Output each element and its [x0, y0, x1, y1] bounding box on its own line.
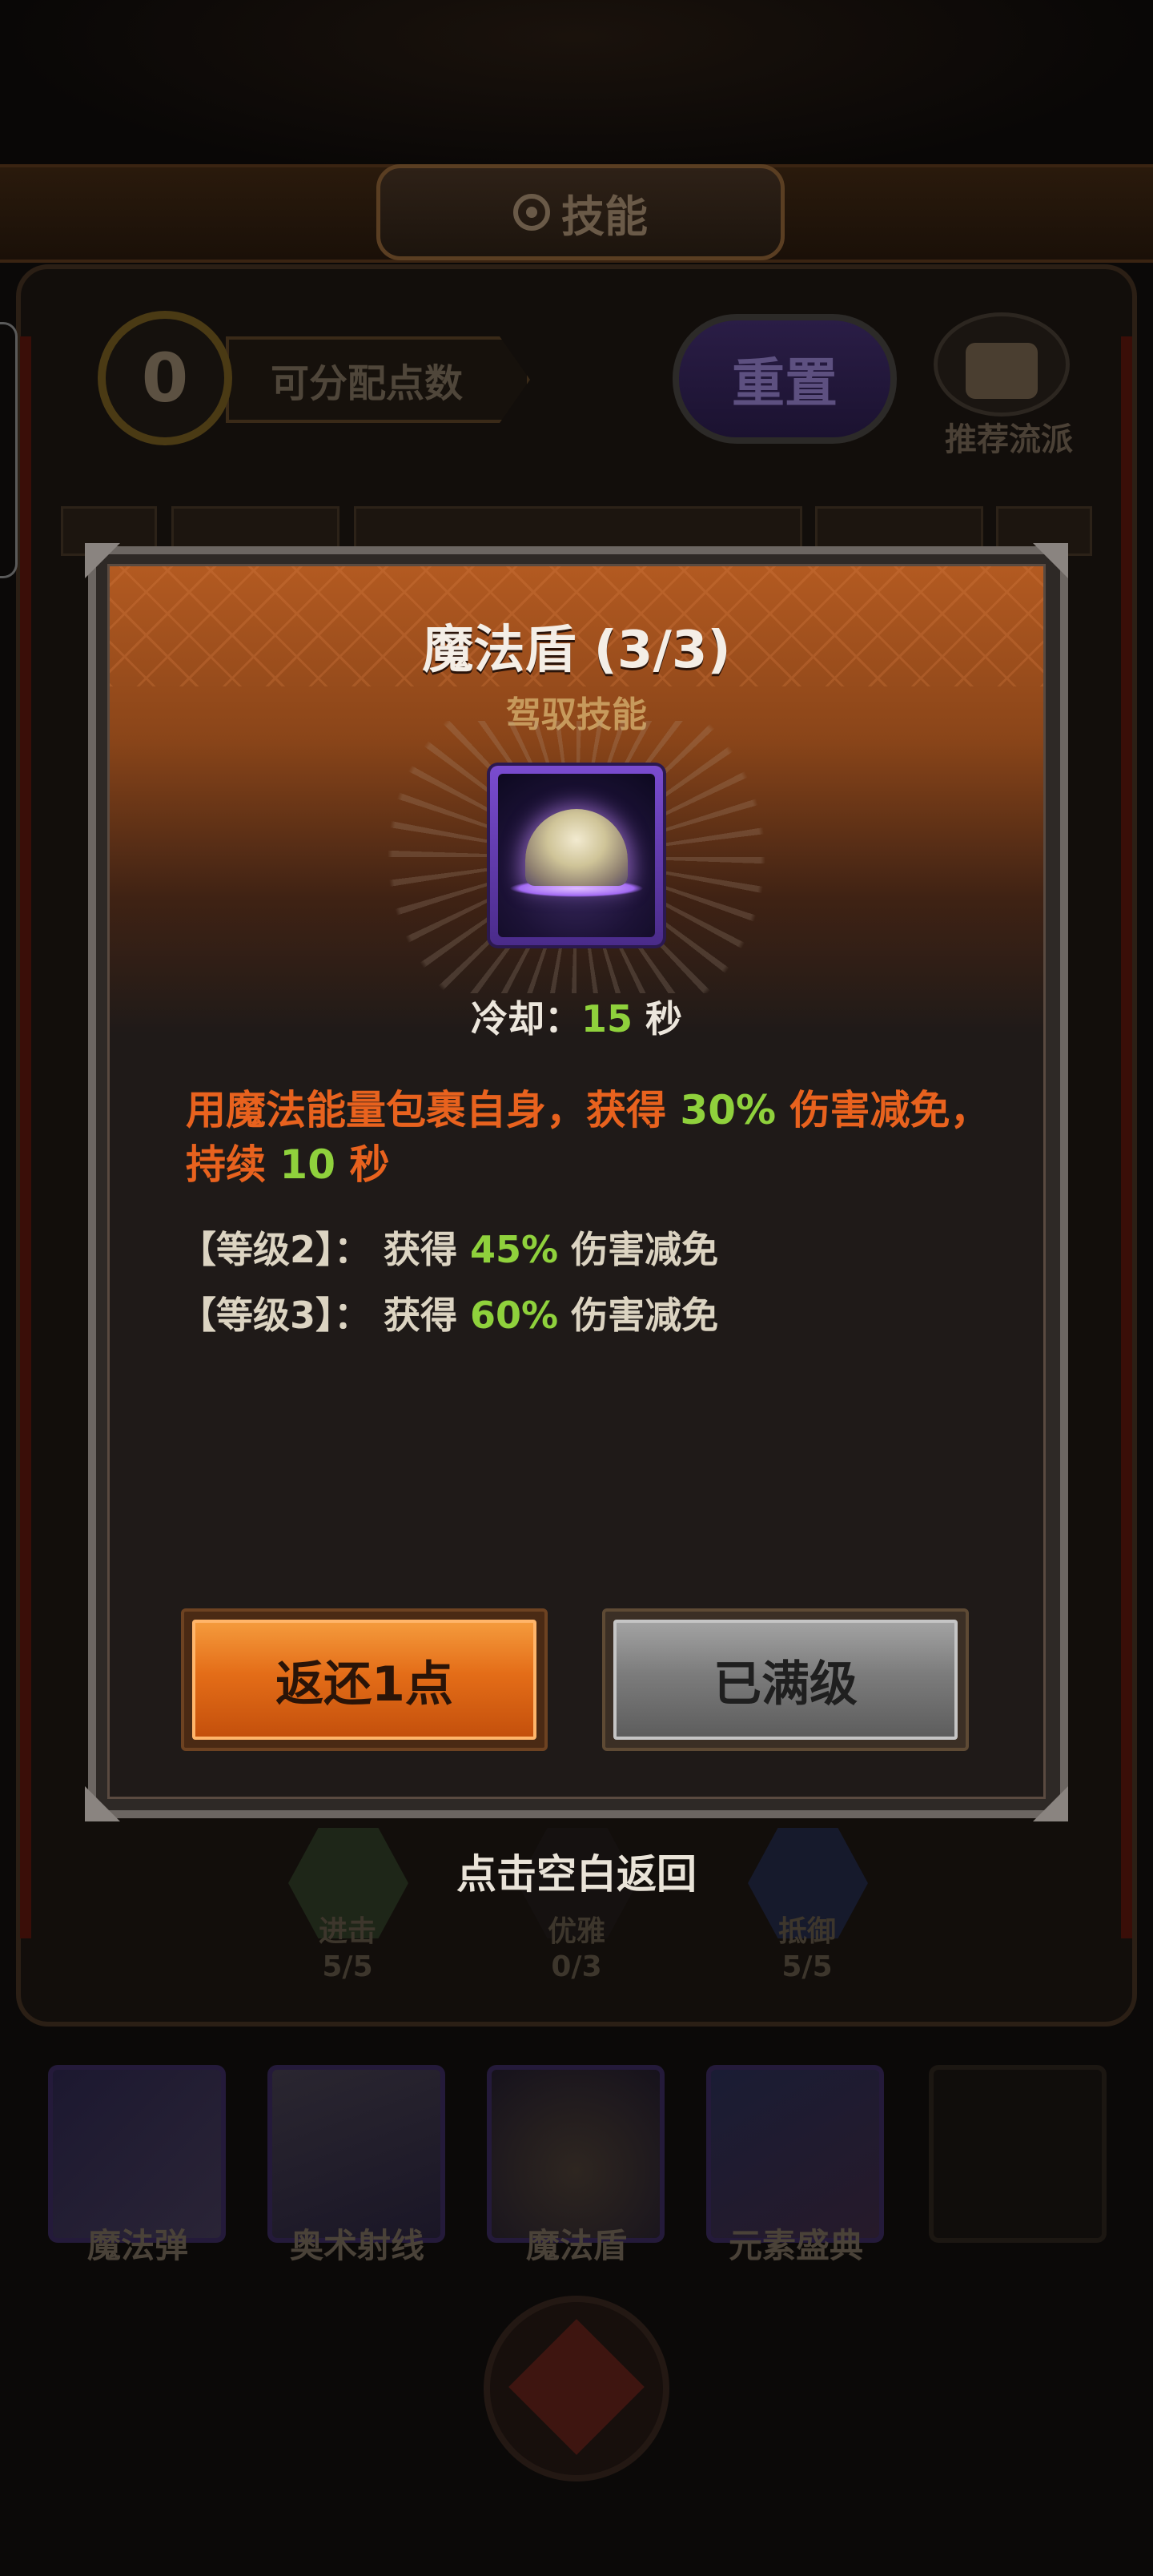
- description-value: 30%: [680, 1087, 777, 1133]
- page-title-plate: 技能: [376, 164, 785, 260]
- branch-progress: 5/5: [322, 1950, 373, 1983]
- corner-ornament: [85, 1786, 120, 1821]
- skill-slot-magic-shield[interactable]: [487, 2065, 665, 2243]
- level-3-effect: 【等级3】： 获得 60% 伤害减免: [179, 1286, 980, 1339]
- corner-ornament: [1033, 543, 1068, 578]
- level-label: 【等级3】：: [179, 1294, 372, 1337]
- branch-progress: 0/3: [551, 1950, 602, 1983]
- skill-name: 元素盛典: [728, 2226, 863, 2265]
- max-level-button[interactable]: 已满级: [602, 1608, 969, 1751]
- description-text: 用魔法能量包裹自身，获得: [186, 1087, 666, 1133]
- description-text: 秒: [349, 1141, 390, 1188]
- available-points-count: 0: [98, 311, 232, 445]
- max-level-label: 已满级: [613, 1620, 958, 1740]
- skill-title: 魔法盾 (3/3): [422, 621, 731, 680]
- cooldown-label: 冷却：: [470, 997, 581, 1040]
- corner-ornament: [85, 543, 120, 578]
- branch-name: 抵御: [777, 1915, 836, 1948]
- skill-slot-element-fest[interactable]: [706, 2065, 884, 2243]
- level-2-effect: 【等级2】： 获得 45% 伤害减免: [179, 1221, 980, 1274]
- branch-progress: 5/5: [781, 1950, 833, 1983]
- cooldown-value: 15: [581, 997, 633, 1040]
- level-value: 60%: [470, 1294, 559, 1337]
- tap-to-close-hint: 点击空白返回: [456, 1851, 697, 1898]
- skill-name: 奥术射线: [289, 2226, 424, 2265]
- skill-name: 魔法盾: [525, 2226, 627, 2265]
- reset-button[interactable]: 重置: [673, 314, 897, 444]
- skill-name: 魔法弹: [86, 2226, 188, 2265]
- branch-name: 进击: [318, 1915, 376, 1948]
- level-text: 获得: [384, 1228, 458, 1271]
- corner-ornament: [1033, 1786, 1068, 1821]
- page-title: 技能: [561, 191, 648, 242]
- skill-slot-magic-bolt[interactable]: [48, 2065, 226, 2243]
- level-text: 伤害减免: [571, 1294, 719, 1337]
- refund-point-label: 返还1点: [192, 1620, 536, 1740]
- skill-icon-frame: [490, 766, 663, 945]
- cooldown-unit: 秒: [645, 997, 683, 1040]
- background-top: [0, 0, 1153, 184]
- level-text: 获得: [384, 1294, 458, 1337]
- skill-description: 用魔法能量包裹自身，获得 30% 伤害减免，持续 10 秒: [186, 1083, 994, 1192]
- thumbs-up-icon: [966, 343, 1038, 399]
- skill-slot-arcane-ray[interactable]: [267, 2065, 445, 2243]
- frame-side-right: [1121, 336, 1132, 1938]
- branch-name: 优雅: [547, 1915, 605, 1948]
- description-value: 10: [279, 1141, 336, 1188]
- refund-point-button[interactable]: 返还1点: [181, 1608, 548, 1751]
- skill-gear-icon: [513, 194, 550, 231]
- frame-side-left: [20, 336, 31, 1938]
- level-label: 【等级2】：: [179, 1228, 372, 1271]
- skill-slot-empty[interactable]: [929, 2065, 1107, 2243]
- level-value: 45%: [470, 1228, 559, 1271]
- cooldown-text: 冷却：15 秒: [0, 990, 1153, 1043]
- available-points-label: 可分配点数: [226, 336, 530, 423]
- recommend-label: 推荐流派: [945, 421, 1073, 458]
- magic-shield-dome-icon: [498, 774, 655, 937]
- level-text: 伤害减免: [571, 1228, 719, 1271]
- edge-tab: [0, 322, 18, 578]
